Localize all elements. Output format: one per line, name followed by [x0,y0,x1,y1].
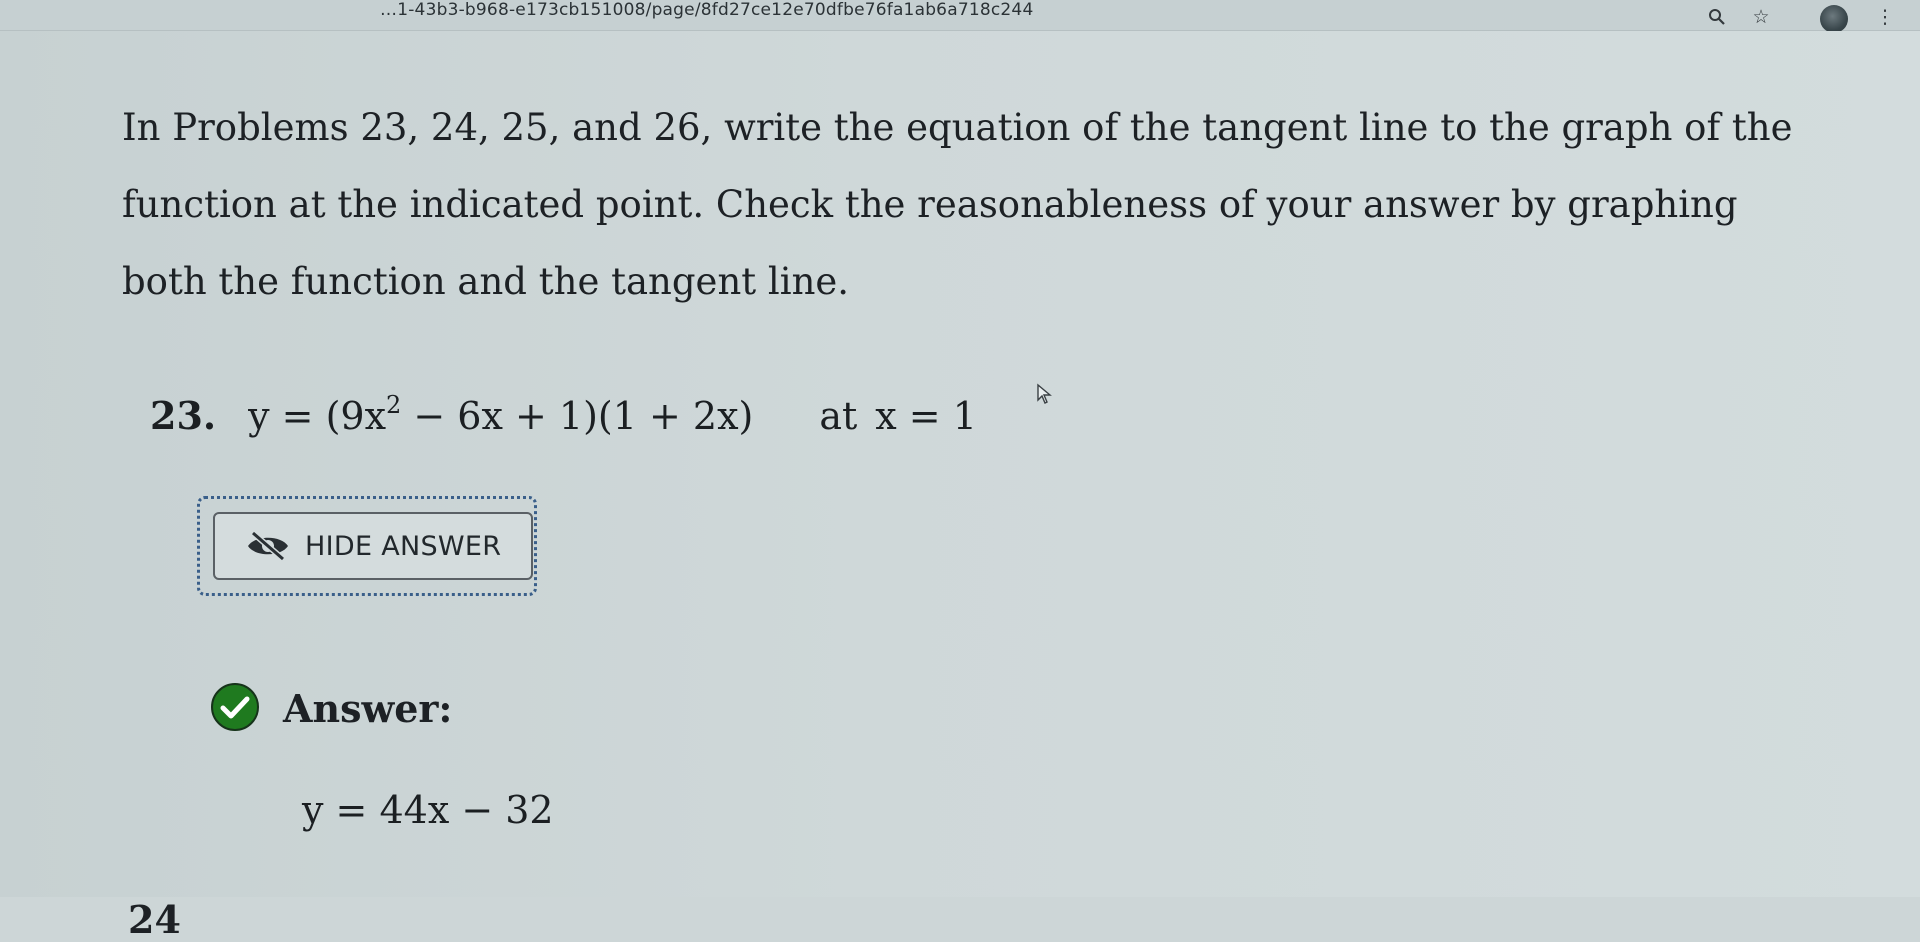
check-circle-icon [211,683,259,731]
problem-equation: y = (9x2 − 6x + 1)(1 + 2x) [248,391,754,438]
problem-instructions: In Problems 23, 24, 25, and 26, write th… [122,106,1793,303]
answer-value: y = 44x − 32 [302,788,554,832]
address-bar-url[interactable]: …1-43b3-b968-e173cb151008/page/8fd27ce12… [380,0,1033,20]
equation-suffix: − 6x + 1)(1 + 2x) [401,394,754,438]
at-label: at [819,394,858,438]
equation-exponent: 2 [386,391,402,419]
eye-slash-icon [248,531,288,561]
menu-icon[interactable]: ⋮ [1874,6,1896,28]
problem-23: 23. y = (9x2 − 6x + 1)(1 + 2x) at x = 1 [150,393,977,438]
equation-prefix: y = (9x [248,394,387,438]
browser-toolbar: …1-43b3-b968-e173cb151008/page/8fd27ce12… [0,0,1920,33]
problem-condition: x = 1 [875,394,977,438]
page-content: In Problems 23, 24, 25, and 26, write th… [0,31,1920,942]
problem-number: 23. [150,393,217,438]
next-problem-partial: 24 [128,897,181,942]
hide-answer-label: HIDE ANSWER [305,530,502,562]
profile-avatar[interactable] [1820,5,1848,33]
mouse-cursor-icon [1037,383,1052,404]
answer-label: Answer: [283,686,453,731]
hide-answer-button[interactable]: HIDE ANSWER [213,512,533,580]
star-icon[interactable]: ☆ [1750,6,1772,28]
zoom-icon[interactable] [1706,6,1728,28]
